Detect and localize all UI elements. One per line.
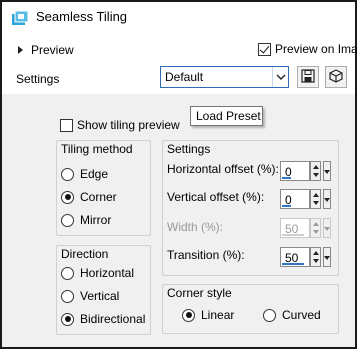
arrow-up-icon[interactable] xyxy=(313,251,319,255)
load-preset-button[interactable] xyxy=(325,66,347,88)
tiling-method-title: Tiling method xyxy=(61,142,133,156)
radio-label: Curved xyxy=(282,308,321,322)
vertical-offset-bar xyxy=(282,205,291,207)
arrow-up-icon[interactable] xyxy=(313,193,319,197)
width-bar xyxy=(282,234,304,236)
show-tiling-preview-checkbox[interactable]: Show tiling preview xyxy=(60,118,180,132)
horizontal-offset-input[interactable]: 0 xyxy=(280,161,310,181)
chevron-right-icon xyxy=(18,46,23,54)
radio-circle[interactable] xyxy=(61,312,74,326)
arrow-up-icon[interactable] xyxy=(313,165,319,169)
checkbox-box[interactable] xyxy=(258,42,271,56)
radio-circle[interactable] xyxy=(182,308,195,322)
width-spinner[interactable]: 50 xyxy=(280,218,332,238)
corner-style-title: Corner style xyxy=(167,286,232,300)
radio-label: Edge xyxy=(80,167,109,181)
width-label: Width (%): xyxy=(167,220,224,234)
radio-label: Linear xyxy=(201,308,235,322)
vertical-offset-label: Vertical offset (%): xyxy=(167,190,265,204)
radio-circle[interactable] xyxy=(61,266,74,280)
vertical-offset-input[interactable]: 0 xyxy=(280,189,310,209)
arrow-down-icon[interactable] xyxy=(313,173,319,177)
radio-circle[interactable] xyxy=(263,308,276,322)
transition-bar xyxy=(282,263,304,265)
tiling-method-group: Tiling method Edge Corner Mirror xyxy=(56,140,151,236)
radio-circle[interactable] xyxy=(61,289,74,303)
arrow-down-icon[interactable] xyxy=(313,201,319,205)
radio-curved[interactable]: Curved xyxy=(263,308,321,322)
seamless-tiling-dialog: Seamless Tiling Preview Preview on Imag … xyxy=(0,0,357,349)
radio-label: Vertical xyxy=(80,289,120,303)
preview-on-image-label: Preview on Imag xyxy=(275,42,357,56)
horizontal-offset-stepper[interactable] xyxy=(310,161,321,181)
transition-stepper[interactable] xyxy=(310,247,321,267)
horizontal-offset-spinner[interactable]: 0 xyxy=(280,161,332,181)
radio-label: Corner xyxy=(80,190,117,204)
radio-bidirectional[interactable]: Bidirectional xyxy=(61,312,145,326)
radio-circle[interactable] xyxy=(61,167,74,181)
width-menu-button[interactable] xyxy=(323,218,331,238)
preset-value: Default xyxy=(165,70,204,84)
transition-menu-button[interactable] xyxy=(323,247,331,267)
settings-label: Settings xyxy=(16,72,60,86)
horizontal-offset-bar xyxy=(282,177,291,179)
direction-group: Direction Horizontal Vertical Bidirectio… xyxy=(56,245,151,335)
preview-label: Preview xyxy=(31,43,74,57)
save-preset-button[interactable] xyxy=(297,66,319,88)
horizontal-offset-label: Horizontal offset (%): xyxy=(167,162,279,176)
transition-spinner[interactable]: 50 xyxy=(280,247,332,267)
cube-icon xyxy=(329,68,343,86)
width-stepper[interactable] xyxy=(310,218,321,238)
radio-horizontal[interactable]: Horizontal xyxy=(61,266,134,280)
radio-linear[interactable]: Linear xyxy=(182,308,234,322)
radio-circle[interactable] xyxy=(61,213,74,227)
settings-group-title: Settings xyxy=(167,142,211,156)
show-tiling-preview-label: Show tiling preview xyxy=(77,118,180,132)
vertical-offset-spinner[interactable]: 0 xyxy=(280,189,332,209)
arrow-down-icon[interactable] xyxy=(313,230,319,234)
transition-label: Transition (%): xyxy=(167,248,245,262)
load-preset-tooltip: Load Preset xyxy=(190,106,263,126)
chevron-down-icon[interactable] xyxy=(272,67,288,87)
radio-edge[interactable]: Edge xyxy=(61,167,108,181)
title-bar: Seamless Tiling xyxy=(2,2,355,32)
app-icon xyxy=(12,10,29,28)
checkbox-box[interactable] xyxy=(60,118,73,132)
radio-corner[interactable]: Corner xyxy=(61,190,117,204)
arrow-up-icon[interactable] xyxy=(313,222,319,226)
direction-title: Direction xyxy=(61,247,109,261)
vertical-offset-menu-button[interactable] xyxy=(323,189,331,209)
corner-style-group: Corner style Linear Curved xyxy=(162,284,339,334)
width-input[interactable]: 50 xyxy=(280,218,310,238)
vertical-offset-stepper[interactable] xyxy=(310,189,321,209)
radio-mirror[interactable]: Mirror xyxy=(61,213,111,227)
horizontal-offset-menu-button[interactable] xyxy=(323,161,331,181)
preset-dropdown[interactable]: Default xyxy=(160,66,289,88)
radio-label: Mirror xyxy=(80,213,112,227)
floppy-disk-icon xyxy=(301,68,315,86)
preview-on-image-checkbox[interactable]: Preview on Imag xyxy=(258,42,357,56)
transition-input[interactable]: 50 xyxy=(280,247,310,267)
window-title: Seamless Tiling xyxy=(36,9,128,24)
arrow-down-icon[interactable] xyxy=(313,259,319,263)
settings-group: Settings Horizontal offset (%): 0 Vertic… xyxy=(162,140,339,276)
radio-label: Bidirectional xyxy=(80,312,146,326)
radio-label: Horizontal xyxy=(80,266,135,280)
radio-vertical[interactable]: Vertical xyxy=(61,289,119,303)
preview-expander[interactable]: Preview xyxy=(18,43,74,57)
radio-circle[interactable] xyxy=(61,190,74,204)
